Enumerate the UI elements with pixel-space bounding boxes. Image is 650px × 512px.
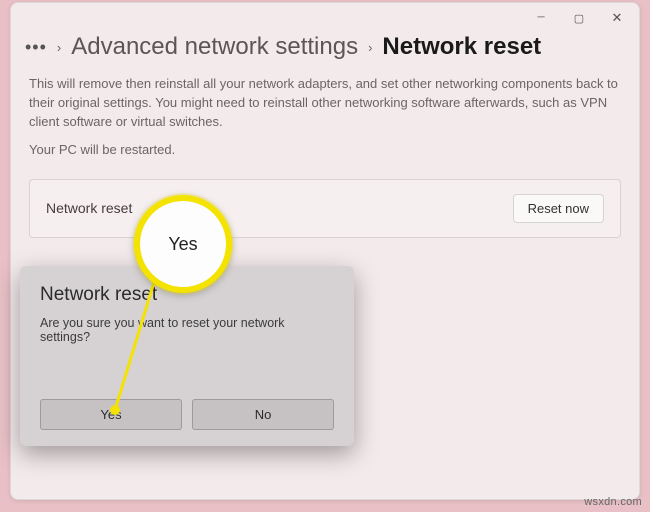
- chevron-right-icon: ›: [368, 40, 372, 55]
- yes-button[interactable]: Yes: [40, 399, 182, 430]
- minimize-icon[interactable]: [533, 11, 549, 25]
- confirm-dialog: Network reset Are you sure you want to r…: [20, 266, 354, 446]
- page-title: Network reset: [382, 33, 541, 61]
- callout-highlight: Yes: [134, 195, 232, 293]
- window-titlebar: [11, 3, 639, 33]
- page-description: This will remove then reinstall all your…: [11, 61, 639, 132]
- reset-now-button[interactable]: Reset now: [513, 194, 604, 223]
- card-label: Network reset: [46, 200, 132, 216]
- no-button[interactable]: No: [192, 399, 334, 430]
- dialog-buttons: Yes No: [40, 399, 334, 430]
- maximize-icon[interactable]: [571, 11, 587, 25]
- dialog-message: Are you sure you want to reset your netw…: [40, 316, 334, 344]
- breadcrumb-parent[interactable]: Advanced network settings: [71, 33, 358, 61]
- breadcrumb-overflow[interactable]: •••: [25, 37, 47, 58]
- breadcrumb: ••• › Advanced network settings › Networ…: [11, 33, 639, 61]
- chevron-right-icon: ›: [57, 40, 61, 55]
- network-reset-card: Network reset Reset now: [29, 179, 621, 238]
- watermark: wsxdn.com: [584, 496, 642, 508]
- restart-note: Your PC will be restarted.: [11, 132, 639, 157]
- close-icon[interactable]: [609, 10, 625, 26]
- callout-label: Yes: [168, 234, 197, 255]
